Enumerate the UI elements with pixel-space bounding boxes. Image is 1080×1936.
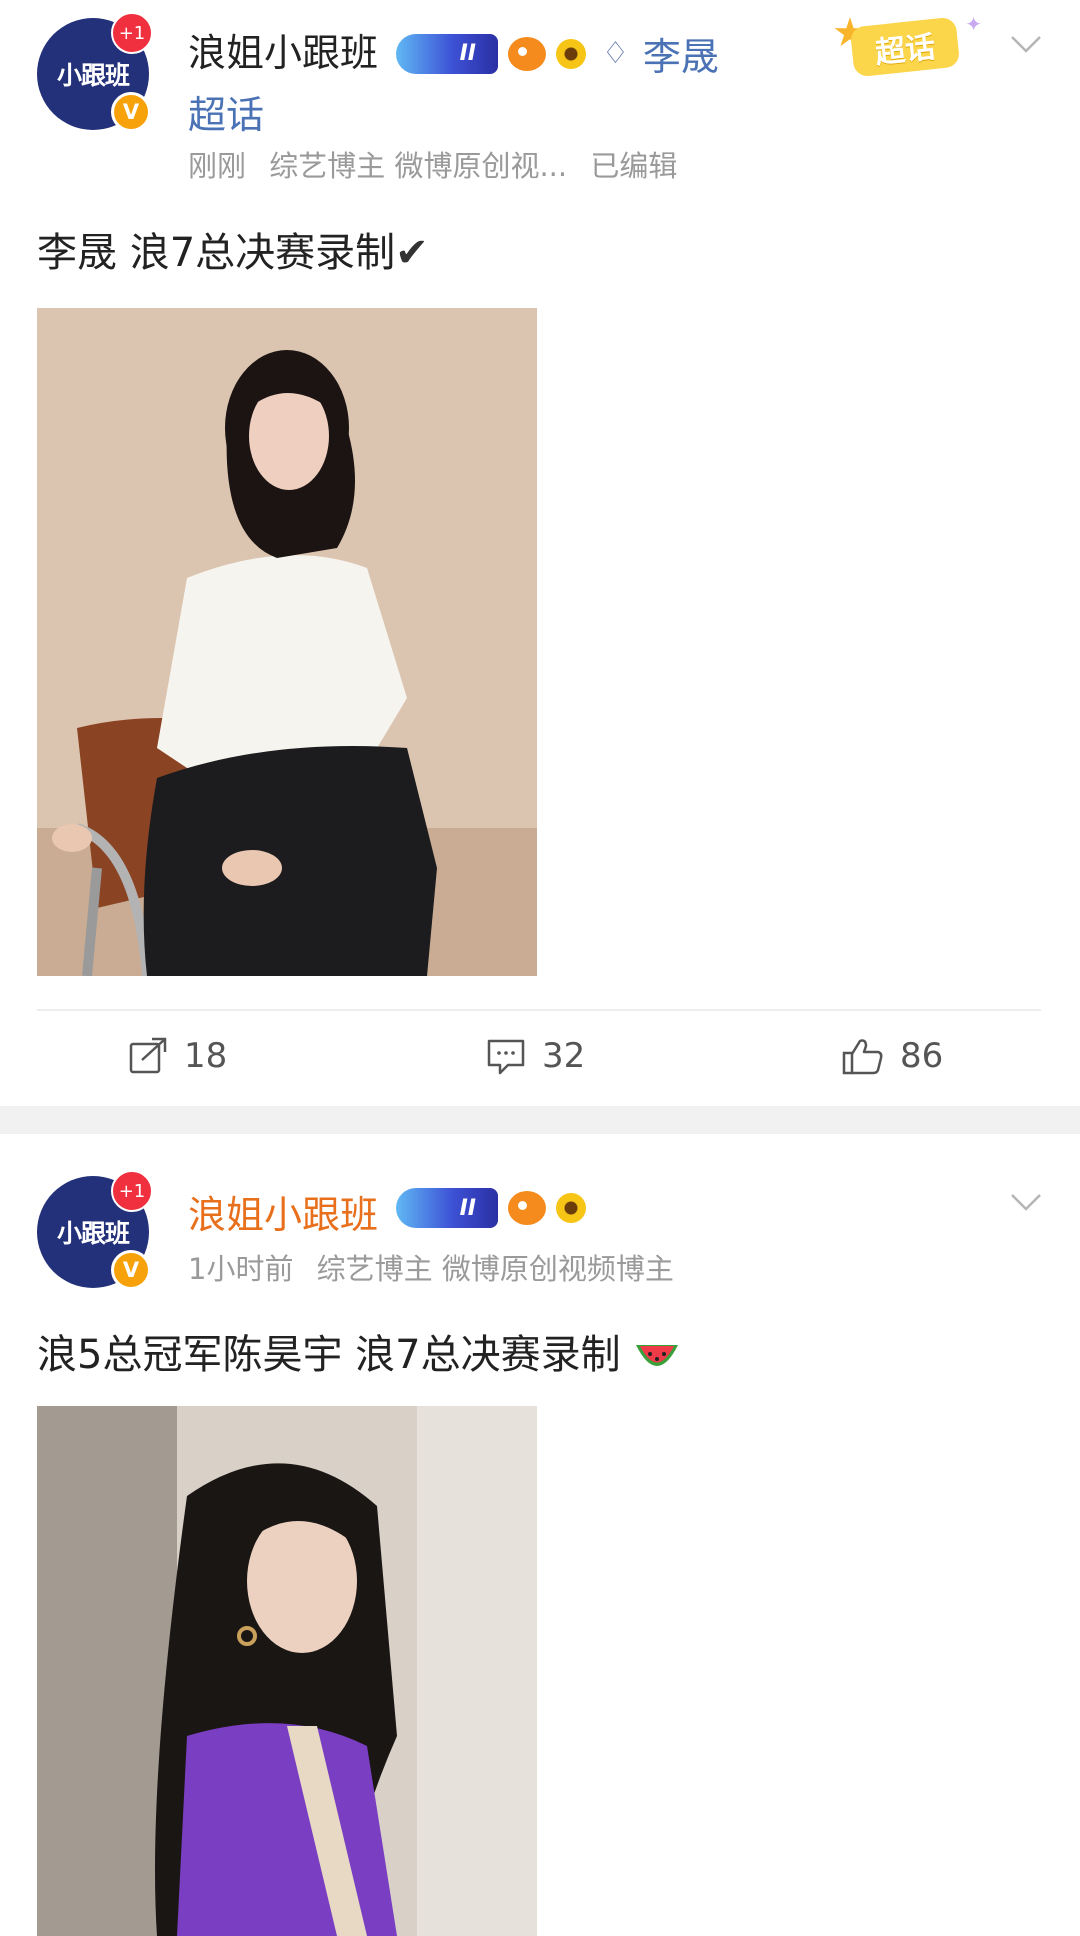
fish-icon[interactable] — [508, 1191, 546, 1225]
comment-icon — [487, 1039, 525, 1075]
diamond-icon: ♢ — [602, 36, 629, 71]
comment-count: 32 — [542, 1036, 586, 1076]
vip-level-badge[interactable]: II — [396, 33, 498, 74]
super-topic-badge-label: 超话 — [849, 16, 961, 78]
edited-label[interactable]: 已编辑 — [590, 149, 677, 183]
post-separator — [0, 1106, 1080, 1134]
fish-icon[interactable] — [508, 36, 546, 71]
vip-level-badge[interactable]: II — [396, 1188, 498, 1228]
avatar-text: 小跟班 — [56, 61, 130, 90]
checkmark-emoji: ✔ — [395, 230, 429, 276]
post-text-body: 浪5总冠军陈昊宇 浪7总决赛录制 — [37, 1332, 621, 1378]
post-meta: 1小时前 综艺博主 微博原创视频博主 — [188, 1246, 688, 1288]
post-photo[interactable] — [37, 1406, 537, 1936]
author-tags: 综艺博主 微博原创视频博主 — [316, 1252, 674, 1286]
avatar[interactable]: 小跟班 +1 V — [37, 12, 153, 132]
post-text: 浪5总冠军陈昊宇 浪7总决赛录制 — [37, 1322, 681, 1380]
verified-badge: V — [111, 1250, 151, 1290]
watermelon-emoji — [636, 1345, 679, 1366]
weibo-feed: 小跟班 +1 V 浪姐小跟班 II ♢ 李晟 超话 刚刚 综艺博主 微博原创视.… — [0, 0, 1080, 1936]
verified-badge: V — [111, 92, 151, 132]
like-button[interactable]: 86 — [842, 1030, 943, 1082]
post-time: 刚刚 — [188, 149, 247, 183]
avatar-text: 小跟班 — [56, 1219, 130, 1248]
sunflower-icon[interactable] — [556, 1193, 586, 1223]
feed-post: 小跟班 +1 V 浪姐小跟班 II 1小时前 综艺博主 微博原创视频博主 浪5总… — [0, 1134, 1080, 1936]
post-photo[interactable] — [37, 308, 537, 976]
avatar-plus-badge: +1 — [111, 1170, 153, 1212]
sunflower-icon[interactable] — [556, 38, 586, 69]
post-text: 李晟 浪7总决赛录制✔ — [37, 220, 429, 278]
username[interactable]: 浪姐小跟班 — [188, 1184, 378, 1239]
sparkle-icon: ✦ — [965, 12, 982, 36]
badge-row: II ♢ 李晟 — [396, 26, 719, 81]
super-topic-link[interactable]: 李晟 — [643, 26, 719, 81]
like-count: 86 — [900, 1036, 944, 1076]
repost-icon — [129, 1037, 167, 1074]
thumbs-up-icon — [842, 1039, 883, 1075]
avatar[interactable]: 小跟班 +1 V — [37, 1170, 153, 1290]
repost-count: 18 — [184, 1036, 228, 1076]
feed-post: 小跟班 +1 V 浪姐小跟班 II ♢ 李晟 超话 刚刚 综艺博主 微博原创视.… — [0, 0, 1080, 1106]
repost-button[interactable]: 18 — [128, 1030, 227, 1082]
username[interactable]: 浪姐小跟班 — [188, 22, 378, 77]
post-text-body: 李晟 浪7总决赛录制 — [37, 230, 396, 276]
comment-button[interactable]: 32 — [486, 1030, 585, 1082]
post-meta: 刚刚 综艺博主 微博原创视... 已编辑 — [188, 143, 691, 185]
super-topic-suffix[interactable]: 超话 — [188, 84, 264, 139]
chevron-down-icon[interactable] — [1008, 26, 1044, 62]
chevron-down-icon[interactable] — [1008, 1184, 1044, 1220]
action-bar-divider — [37, 1009, 1041, 1011]
super-topic-badge[interactable]: ★ 超话 ✦ — [832, 10, 982, 80]
badge-row: II — [396, 1188, 586, 1228]
author-tags: 综艺博主 微博原创视... — [269, 149, 568, 183]
post-time: 1小时前 — [188, 1252, 294, 1286]
avatar-plus-badge: +1 — [111, 12, 153, 54]
